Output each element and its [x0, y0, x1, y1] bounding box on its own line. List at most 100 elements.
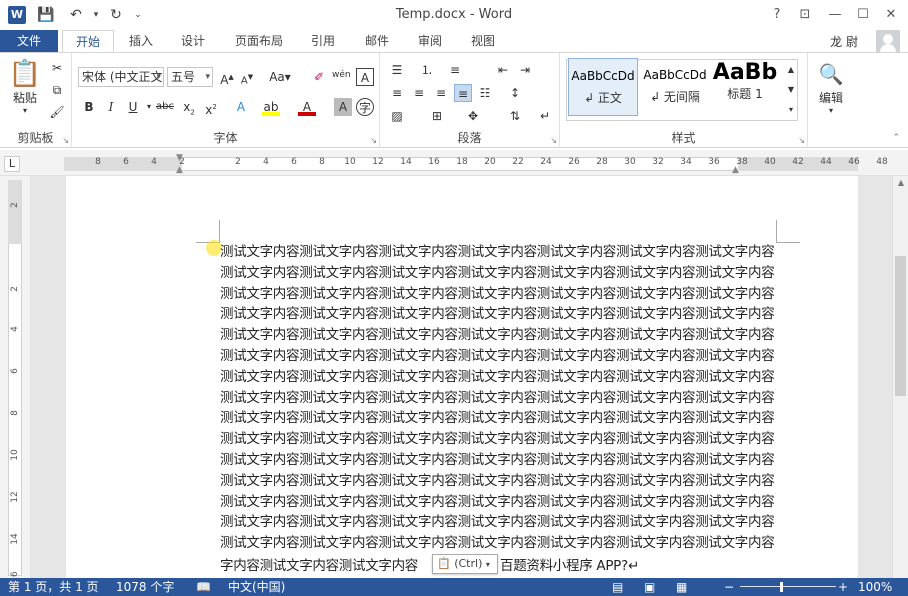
- format-painter-icon[interactable]: 🖌: [48, 103, 66, 121]
- highlight-icon[interactable]: ab: [262, 98, 280, 116]
- style-no-spacing[interactable]: AaBbCcDd ↲ 无间隔: [640, 58, 710, 116]
- vertical-ruler[interactable]: 2 2 4 6 8 10 12 14 16: [0, 176, 30, 583]
- page[interactable]: 测试文字内容测试文字内容测试文字内容测试文字内容测试文字内容测试文字内容测试文字…: [66, 176, 858, 578]
- font-size-combo[interactable]: 五号 ▾: [167, 67, 213, 87]
- scroll-up-icon[interactable]: ▲: [893, 176, 908, 190]
- bold-icon[interactable]: B: [80, 98, 98, 116]
- editing-label: 编辑: [818, 91, 843, 105]
- first-line-indent-marker[interactable]: ▼: [176, 153, 183, 163]
- dialog-launcher-icon[interactable]: ↘: [798, 136, 805, 145]
- close-button[interactable]: ✕: [878, 4, 904, 26]
- vertical-scrollbar[interactable]: ▲: [892, 176, 908, 578]
- zoom-in-icon[interactable]: +: [838, 578, 848, 596]
- zoom-out-icon[interactable]: −: [724, 578, 734, 596]
- phonetic-guide-icon[interactable]: wén: [332, 66, 351, 84]
- style-normal[interactable]: AaBbCcDd ↲ 正文: [568, 58, 638, 116]
- redo-icon[interactable]: ↻: [106, 5, 126, 25]
- save-icon[interactable]: 💾: [36, 5, 56, 25]
- zoom-slider-thumb[interactable]: [780, 582, 783, 592]
- font-group: 宋体 (中文正文 ▾ 五号 ▾ A▲ A▼ Aa▾ ✐ wén A B I U …: [72, 53, 380, 148]
- copy-icon[interactable]: ⧉: [48, 81, 66, 99]
- style-normal-name: ↲ 正文: [584, 91, 622, 105]
- shrink-font-icon[interactable]: A▼: [238, 68, 256, 86]
- read-mode-icon[interactable]: ▤: [612, 578, 623, 596]
- clear-formatting-icon[interactable]: ✐: [310, 68, 328, 86]
- last-line[interactable]: 字内容测试文字内容测试文字内容 百题资料小程序 APP?↵: [220, 554, 639, 574]
- italic-icon[interactable]: I: [102, 98, 120, 116]
- gallery-up-icon[interactable]: ▲: [782, 61, 800, 79]
- page-count[interactable]: 第 1 页，共 1 页: [8, 578, 99, 596]
- right-indent-marker[interactable]: ▲: [732, 165, 739, 175]
- line-spacing-icon[interactable]: ↕: [506, 84, 524, 102]
- undo-icon[interactable]: ↶: [66, 5, 86, 25]
- zoom-level[interactable]: 100%: [858, 578, 892, 596]
- zoom-slider[interactable]: [740, 586, 836, 587]
- avatar[interactable]: [876, 30, 900, 54]
- change-case-icon[interactable]: Aa▾: [268, 68, 292, 86]
- tab-page-layout[interactable]: 页面布局: [226, 30, 292, 52]
- hanging-indent-marker[interactable]: ▲: [176, 165, 183, 175]
- enclose-characters-icon[interactable]: A: [356, 68, 374, 86]
- horizontal-ruler[interactable]: L 8 6 4 2 2 4 6 8 10 12 14 16 18 20 22 24 26 28 30 32 34 36 38…: [0, 150, 908, 176]
- tab-view[interactable]: 视图: [462, 30, 504, 52]
- align-right-icon[interactable]: ≡: [432, 84, 450, 102]
- help-button[interactable]: ?: [764, 4, 790, 26]
- word-count[interactable]: 1078 个字: [116, 578, 174, 596]
- tab-home[interactable]: 开始: [62, 30, 114, 53]
- borders-icon[interactable]: ⊞: [428, 107, 446, 125]
- user-name[interactable]: 龙 尉: [830, 33, 858, 50]
- superscript-icon[interactable]: x2: [202, 98, 220, 117]
- proofing-icon[interactable]: 📖: [196, 578, 211, 596]
- show-marks-icon[interactable]: ↵: [536, 107, 554, 125]
- tab-design[interactable]: 设计: [172, 30, 214, 52]
- style-heading-1[interactable]: AaBb 标题 1: [712, 58, 778, 116]
- tab-references[interactable]: 引用: [302, 30, 344, 52]
- collapse-ribbon-icon[interactable]: ⌃: [892, 133, 900, 143]
- strikethrough-icon[interactable]: abc: [156, 98, 174, 116]
- increase-indent-icon[interactable]: ⇥: [516, 61, 534, 79]
- character-shading-icon[interactable]: A: [334, 98, 352, 116]
- multilevel-list-icon[interactable]: ≡: [446, 61, 464, 79]
- font-name-combo[interactable]: 宋体 (中文正文 ▾: [78, 67, 164, 87]
- align-left-icon[interactable]: ≡: [388, 84, 406, 102]
- bullets-icon[interactable]: ☰: [388, 61, 406, 79]
- document-area[interactable]: 测试文字内容测试文字内容测试文字内容测试文字内容测试文字内容测试文字内容测试文字…: [30, 176, 892, 578]
- tab-review[interactable]: 审阅: [409, 30, 451, 52]
- print-layout-icon[interactable]: ▣: [644, 578, 655, 596]
- numbering-icon[interactable]: ⒈: [418, 61, 436, 79]
- scroll-thumb[interactable]: [895, 256, 906, 396]
- maximize-button[interactable]: ☐: [850, 4, 876, 26]
- tab-file[interactable]: 文件: [0, 30, 58, 52]
- tab-insert[interactable]: 插入: [120, 30, 162, 52]
- grow-font-icon[interactable]: A▲: [218, 68, 236, 87]
- distributed-icon[interactable]: ☷: [476, 84, 494, 102]
- editing-button[interactable]: 🔍 编辑 ▾: [814, 59, 848, 121]
- shading-icon[interactable]: ▨: [388, 107, 406, 125]
- align-center-icon[interactable]: ≡: [410, 84, 428, 102]
- language[interactable]: 中文(中国): [228, 578, 285, 596]
- text-effects-icon[interactable]: A: [232, 98, 250, 116]
- dialog-launcher-icon[interactable]: ↘: [62, 136, 69, 145]
- gallery-more-icon[interactable]: ▾: [782, 101, 800, 119]
- subscript-icon[interactable]: x2: [180, 98, 198, 116]
- decrease-indent-icon[interactable]: ⇤: [494, 61, 512, 79]
- paste-options-button[interactable]: 📋 (Ctrl) ▾: [432, 554, 498, 574]
- web-layout-icon[interactable]: ▦: [676, 578, 687, 596]
- enclosed-character-icon[interactable]: 字: [356, 98, 374, 116]
- customize-qat-icon[interactable]: ⌄: [128, 5, 148, 25]
- tab-mailings[interactable]: 邮件: [356, 30, 398, 52]
- ribbon-display-button[interactable]: ⊡: [792, 4, 818, 26]
- paste-button[interactable]: 📋 粘贴 ▾: [8, 59, 42, 119]
- dialog-launcher-icon[interactable]: ↘: [370, 136, 377, 145]
- justify-icon[interactable]: ≡: [454, 84, 472, 102]
- cut-icon[interactable]: ✂: [48, 59, 66, 77]
- undo-dropdown-icon[interactable]: ▾: [86, 5, 106, 25]
- chinese-layout-icon[interactable]: ✥: [464, 107, 482, 125]
- gallery-down-icon[interactable]: ▼: [782, 81, 800, 99]
- body-text[interactable]: 测试文字内容测试文字内容测试文字内容测试文字内容测试文字内容测试文字内容测试文字…: [220, 242, 776, 554]
- dialog-launcher-icon[interactable]: ↘: [550, 136, 557, 145]
- sort-icon[interactable]: ⇅: [506, 107, 524, 125]
- minimize-button[interactable]: —: [822, 4, 848, 26]
- font-color-icon[interactable]: A: [298, 98, 316, 116]
- tab-selector[interactable]: L: [4, 156, 20, 172]
